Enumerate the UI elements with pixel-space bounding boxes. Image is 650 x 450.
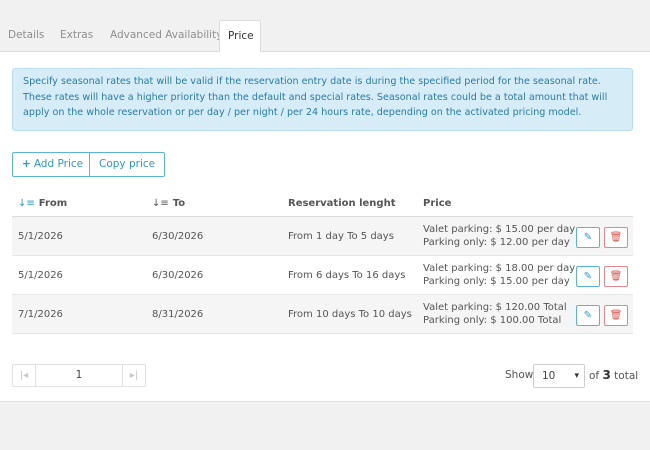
sort-asc-icon: ↓≡ [152, 198, 169, 209]
cell-length: From 10 days To 10 days [288, 309, 412, 320]
table-header: ↓≡ From ↓≡ To Reservation lenght Price [12, 190, 633, 217]
last-page-icon[interactable]: ▸| [123, 365, 145, 386]
column-price: Price [423, 198, 452, 209]
price-line: Valet parking: $ 15.00 per day [423, 224, 576, 235]
cell-to: 6/30/2026 [152, 270, 204, 281]
cell-length: From 6 days To 16 days [288, 270, 406, 281]
price-line: Parking only: $ 12.00 per day [423, 237, 570, 248]
cell-from: 5/1/2026 [18, 270, 63, 281]
delete-button[interactable]: 🗑 [604, 266, 628, 287]
first-page-icon[interactable]: |◂ [13, 365, 35, 386]
total-label: total [614, 370, 639, 382]
column-reservation-length: Reservation lenght [288, 198, 396, 209]
price-line: Parking only: $ 100.00 Total [423, 315, 562, 326]
page-size-select[interactable]: 10 ▾ [533, 364, 585, 388]
chevron-down-icon: ▾ [574, 371, 579, 381]
pagination-control: |◂ 1 ▸| [12, 364, 146, 387]
total-count: 3 [602, 368, 611, 382]
column-from-label: From [38, 198, 68, 209]
cell-length: From 1 day To 5 days [288, 231, 394, 242]
show-label: Show [505, 369, 534, 381]
tab-bar: Details Extras Advanced Availability Pri… [0, 20, 650, 53]
page-number-input[interactable]: 1 [35, 365, 123, 386]
table-row: 5/1/2026 6/30/2026 From 1 day To 5 days … [12, 217, 633, 256]
cell-price: Valet parking: $ 18.00 per day Parking o… [423, 256, 575, 295]
cell-from: 5/1/2026 [18, 231, 63, 242]
pencil-icon: ✎ [583, 232, 593, 243]
of-label: of [589, 370, 600, 382]
total-info: of 3 total [589, 364, 638, 388]
tab-price[interactable]: Price [219, 20, 261, 53]
column-to-label: To [172, 198, 186, 209]
table-row: 7/1/2026 8/31/2026 From 10 days To 10 da… [12, 295, 633, 334]
page-size-value: 10 [542, 370, 556, 382]
edit-button[interactable]: ✎ [576, 305, 600, 326]
add-price-label: Add Price [33, 158, 84, 170]
plus-icon: + [22, 158, 31, 170]
sort-asc-icon: ↓≡ [18, 198, 35, 209]
cell-to: 8/31/2026 [152, 309, 204, 320]
trash-icon: 🗑 [609, 232, 623, 243]
copy-price-button[interactable]: Copy price [89, 152, 166, 177]
price-line: Valet parking: $ 18.00 per day [423, 263, 576, 274]
price-panel: Specify seasonal rates that will be vali… [0, 52, 650, 402]
cell-from: 7/1/2026 [18, 309, 63, 320]
column-from[interactable]: ↓≡ From [18, 190, 67, 217]
pencil-icon: ✎ [583, 271, 593, 282]
delete-button[interactable]: 🗑 [604, 227, 628, 248]
delete-button[interactable]: 🗑 [604, 305, 628, 326]
tab-advanced-availability[interactable]: Advanced Availability [102, 20, 230, 52]
edit-button[interactable]: ✎ [576, 266, 600, 287]
tab-details[interactable]: Details [0, 20, 52, 52]
add-price-button[interactable]: + Add Price [12, 152, 94, 177]
cell-price: Valet parking: $ 120.00 Total Parking on… [423, 295, 567, 334]
price-line: Parking only: $ 15.00 per day [423, 276, 570, 287]
trash-icon: 🗑 [609, 271, 623, 282]
cell-to: 6/30/2026 [152, 231, 204, 242]
info-alert: Specify seasonal rates that will be vali… [12, 68, 633, 131]
table-row: 5/1/2026 6/30/2026 From 6 days To 16 day… [12, 256, 633, 295]
trash-icon: 🗑 [609, 310, 623, 321]
pencil-icon: ✎ [583, 310, 593, 321]
cell-price: Valet parking: $ 15.00 per day Parking o… [423, 217, 575, 256]
column-to[interactable]: ↓≡ To [152, 190, 185, 217]
edit-button[interactable]: ✎ [576, 227, 600, 248]
price-line: Valet parking: $ 120.00 Total [423, 302, 567, 313]
tab-extras[interactable]: Extras [52, 20, 101, 52]
